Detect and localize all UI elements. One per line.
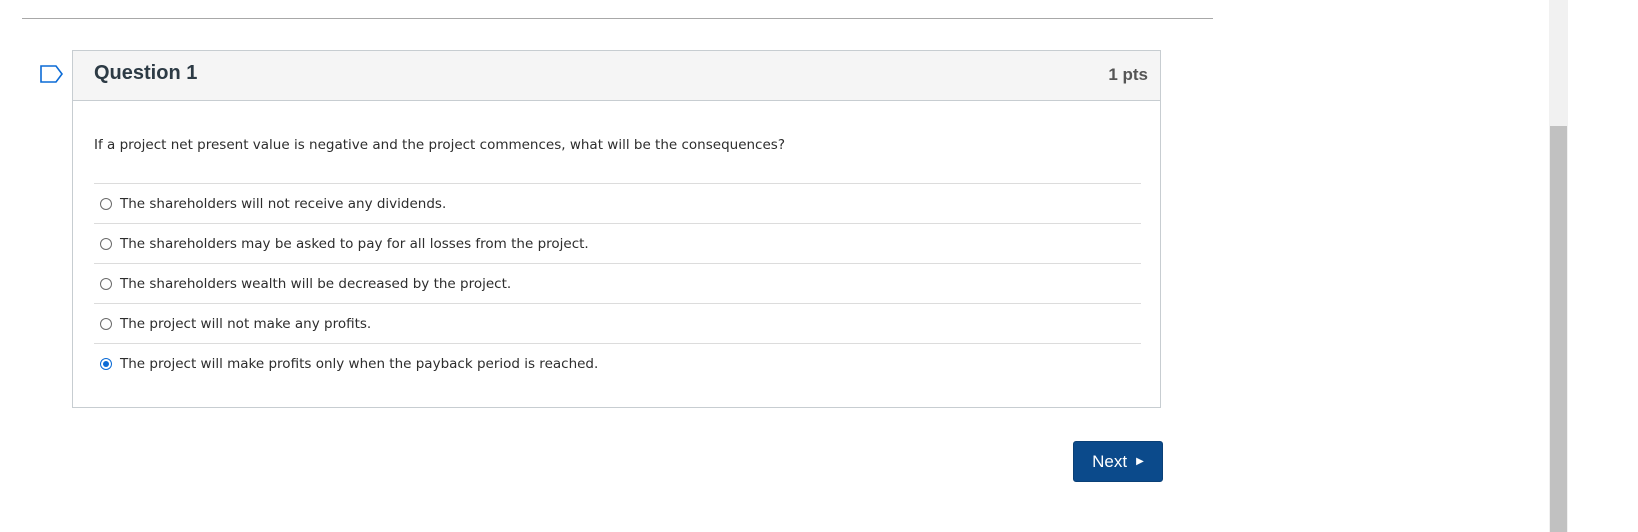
question-header: Question 1 1 pts: [73, 51, 1160, 101]
question-points: 1 pts: [1108, 65, 1148, 84]
answer-option[interactable]: The project will make profits only when …: [94, 343, 1141, 383]
radio-button[interactable]: [100, 357, 112, 370]
answer-list: The shareholders will not receive any di…: [94, 183, 1141, 383]
radio-button[interactable]: [100, 317, 112, 330]
answer-label[interactable]: The project will not make any profits.: [120, 316, 371, 332]
next-button-label: Next: [1092, 451, 1128, 471]
answer-label[interactable]: The shareholders will not receive any di…: [120, 196, 446, 212]
next-button[interactable]: Next ▶: [1073, 441, 1163, 482]
divider: [22, 18, 1213, 19]
caret-right-icon: ▶: [1136, 455, 1144, 467]
question-title: Question 1: [94, 62, 198, 84]
answer-option[interactable]: The shareholders may be asked to pay for…: [94, 223, 1141, 263]
answer-option[interactable]: The shareholders wealth will be decrease…: [94, 263, 1141, 303]
answer-label[interactable]: The project will make profits only when …: [120, 356, 598, 372]
question-text: If a project net present value is negati…: [94, 137, 785, 153]
radio-button[interactable]: [100, 197, 112, 210]
answer-label[interactable]: The shareholders may be asked to pay for…: [120, 236, 589, 252]
answer-option[interactable]: The project will not make any profits.: [94, 303, 1141, 343]
question-card: Question 1 1 pts If a project net presen…: [72, 50, 1161, 408]
answer-label[interactable]: The shareholders wealth will be decrease…: [120, 276, 511, 292]
scrollbar-thumb[interactable]: [1550, 126, 1567, 532]
quiz-page: Question 1 1 pts If a project net presen…: [0, 0, 1638, 532]
radio-button[interactable]: [100, 237, 112, 250]
radio-button[interactable]: [100, 277, 112, 290]
bookmark-flag-icon[interactable]: [40, 65, 64, 83]
answer-option[interactable]: The shareholders will not receive any di…: [94, 183, 1141, 223]
